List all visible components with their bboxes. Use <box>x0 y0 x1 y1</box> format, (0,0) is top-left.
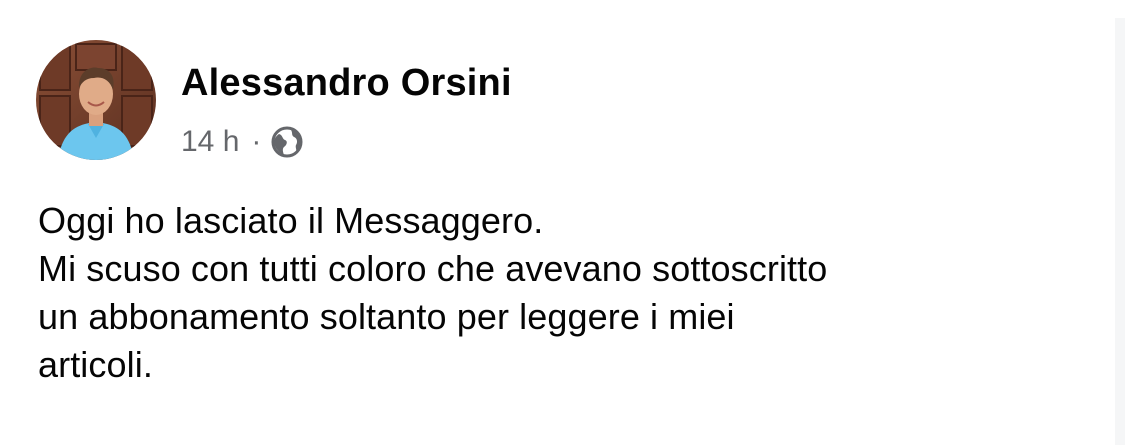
post-text-line: articoli. <box>38 344 153 385</box>
scrollbar-track <box>1115 18 1125 445</box>
post-text-line: Mi scuso con tutti coloro che avevano so… <box>38 248 828 289</box>
post-card: Alessandro Orsini 14 h · Oggi ho lasciat… <box>0 0 1115 445</box>
post-text-line: un abbonamento soltanto per leggere i mi… <box>38 296 735 337</box>
post-meta: 14 h · <box>181 122 304 162</box>
post-text-line: Oggi ho lasciato il Messaggero. <box>38 200 544 241</box>
author-avatar[interactable] <box>36 40 156 160</box>
person-avatar-icon <box>36 40 156 160</box>
post-timestamp[interactable]: 14 h <box>181 125 239 159</box>
meta-separator: · <box>251 125 262 158</box>
globe-icon[interactable] <box>270 125 304 159</box>
author-name[interactable]: Alessandro Orsini <box>181 62 512 105</box>
post-body: Oggi ho lasciato il Messaggero. Mi scuso… <box>38 197 1098 389</box>
